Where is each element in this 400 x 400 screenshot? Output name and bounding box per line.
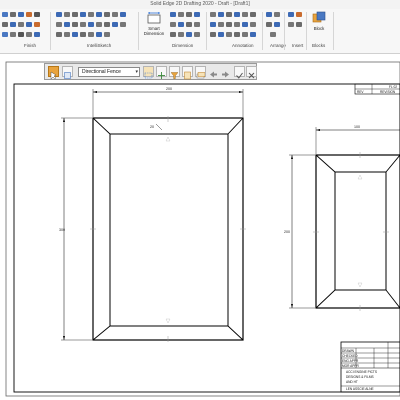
- plus-select-icon: [158, 72, 165, 79]
- check-icon: [236, 72, 243, 79]
- arrow-head: [63, 336, 65, 340]
- layer-icon: [196, 72, 206, 79]
- cursor-icon: [50, 71, 57, 80]
- arrow-head: [316, 129, 320, 131]
- right-miter-br: [385, 289, 400, 309]
- chevron-down-icon: ▾: [135, 69, 138, 75]
- left-frame-inner: [109, 133, 229, 327]
- options-icon: [64, 72, 71, 79]
- sheet-icon: [184, 71, 191, 80]
- fence-icon: [144, 72, 153, 79]
- left-height-value[interactable]: 300: [59, 228, 65, 232]
- previous-button[interactable]: [209, 66, 220, 78]
- title-row-eng-appr: ENG APPR: [342, 359, 359, 363]
- rev-top-label: FL 02: [389, 85, 397, 89]
- add-select-button[interactable]: [156, 66, 167, 79]
- arrow-left-icon: [210, 71, 217, 78]
- options-button[interactable]: [62, 66, 73, 79]
- filter-button[interactable]: [169, 66, 180, 80]
- left-chamfer-value[interactable]: 20: [150, 125, 154, 129]
- right-frame-outer: [315, 154, 400, 309]
- close-icon: [248, 72, 255, 79]
- right-height-value[interactable]: 200: [284, 230, 290, 234]
- arrow-head: [63, 118, 65, 122]
- center-marker: [165, 136, 171, 142]
- left-width-value[interactable]: 200: [166, 87, 172, 91]
- selection-mode-value: Directional Fence: [82, 69, 121, 75]
- selection-mode-dropdown[interactable]: Directional Fence ▾: [78, 67, 140, 77]
- arrow-head: [239, 91, 243, 93]
- title-sheet-text: LEN ASSCIE ALNE: [346, 387, 374, 391]
- title-row-checked: CHECKED: [342, 354, 358, 358]
- center-marker: [165, 318, 171, 324]
- next-button[interactable]: [221, 66, 232, 78]
- left-miter-br: [227, 325, 244, 341]
- center-marker: [357, 282, 363, 288]
- title-company-line-3: AND HT: [346, 380, 358, 384]
- fence-select-button[interactable]: [143, 66, 154, 79]
- select-tool-button[interactable]: [48, 66, 59, 80]
- right-frame-inner: [334, 171, 387, 291]
- right-view: [289, 127, 400, 311]
- filter-icon: [170, 72, 179, 80]
- right-miter-tr: [385, 154, 400, 173]
- right-width-value[interactable]: 100: [354, 125, 360, 129]
- title-row-drawn: DRAWN: [342, 349, 355, 353]
- right-miter-tl: [315, 154, 336, 173]
- command-bar: Directional Fence ▾: [44, 63, 257, 80]
- left-frame-outer: [92, 117, 244, 341]
- center-marker: [357, 174, 363, 180]
- arrow-head: [93, 91, 97, 93]
- left-miter-tr: [227, 117, 244, 135]
- left-miter-bl: [92, 325, 111, 341]
- cancel-button[interactable]: [246, 66, 257, 79]
- drawing-sheet: FL 02 REV REVISION 200 300 20 100 200 DR…: [5, 61, 400, 397]
- title-company-line-2: DESIGNS & FILMS: [346, 375, 374, 379]
- sheet-button[interactable]: [182, 66, 193, 80]
- accept-button[interactable]: [234, 66, 245, 79]
- arrow-head: [291, 304, 293, 308]
- rev-label: REV: [357, 90, 364, 94]
- title-company-line-1: ACCI ENGINE PICTS: [346, 370, 377, 374]
- arrow-right-icon: [222, 71, 229, 78]
- title-row-mgr-appr: MGR APPR: [342, 364, 360, 368]
- arrow-head: [291, 155, 293, 159]
- left-miter-tl: [92, 117, 111, 135]
- right-miter-bl: [315, 289, 336, 309]
- revision-label: REVISION: [380, 90, 396, 94]
- layer-button[interactable]: [195, 66, 206, 79]
- left-chamfer-leader: [155, 123, 163, 131]
